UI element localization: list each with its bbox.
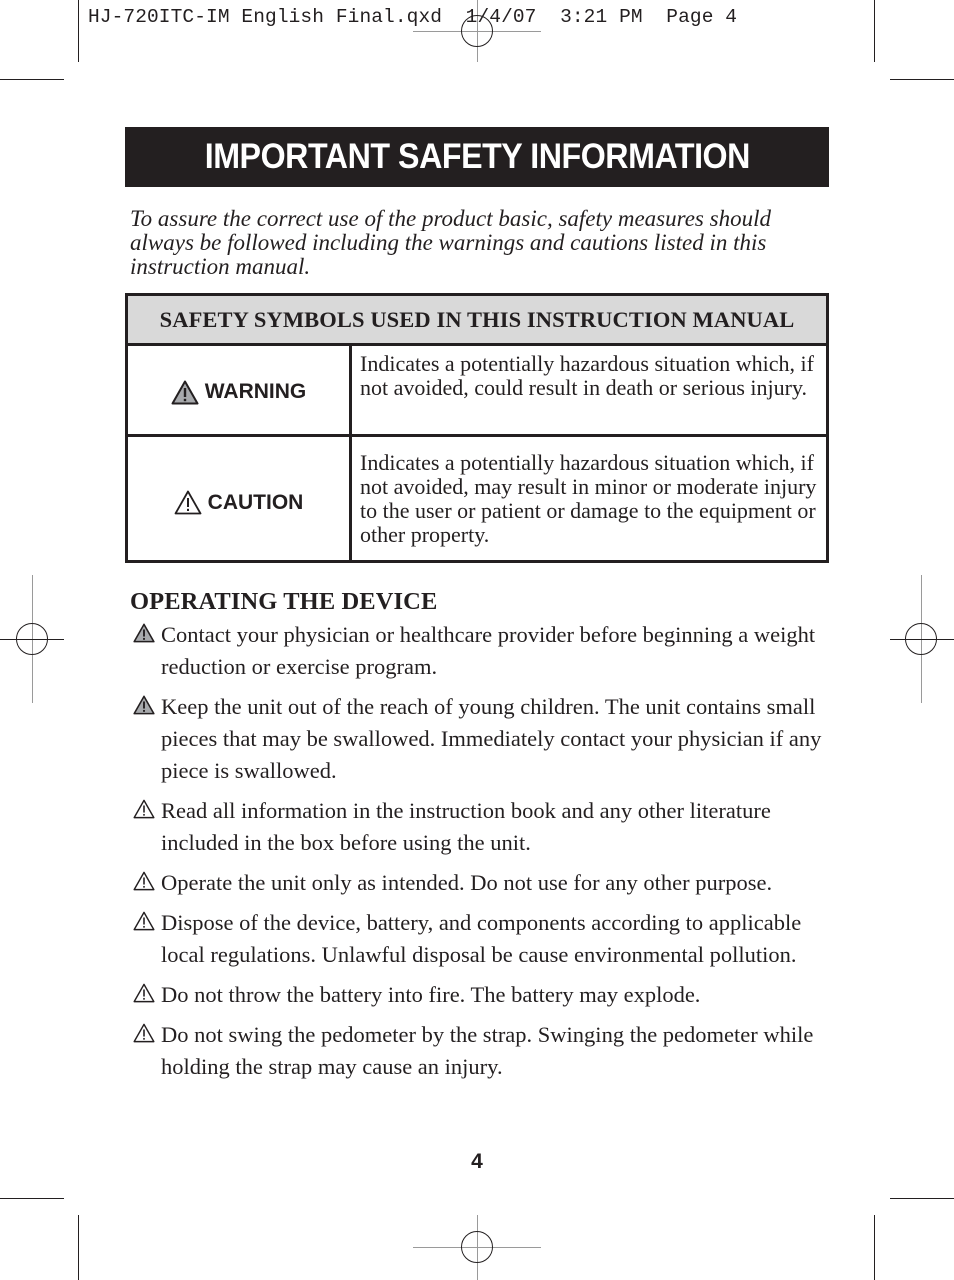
- crop-mark: [890, 1198, 954, 1199]
- intro-text: To assure the correct use of the product…: [130, 206, 771, 279]
- caution-triangle-outline-icon: [133, 911, 155, 931]
- page-title-bar: IMPORTANT SAFETY INFORMATION: [125, 127, 829, 187]
- table-row-caution: CAUTION Indicates a potentially hazardou…: [128, 434, 826, 560]
- caution-triangle-outline-icon: [133, 799, 155, 819]
- symbol-label: CAUTION: [207, 490, 304, 514]
- list-item-text: Keep the unit out of the reach of young …: [161, 694, 822, 783]
- page-title: IMPORTANT SAFETY INFORMATION: [204, 137, 750, 176]
- caution-triangle-outline-icon: [133, 871, 155, 891]
- list-item: Do not swing the pedometer by the strap.…: [130, 1019, 830, 1083]
- list-item: Read all information in the instruction …: [130, 795, 830, 859]
- symbol-cell: CAUTION: [128, 437, 352, 560]
- list-item-text: Contact your physician or healthcare pro…: [161, 622, 816, 679]
- crop-mark: [78, 0, 79, 62]
- list-item: Contact your physician or healthcare pro…: [130, 619, 830, 683]
- symbol-cell: WARNING: [128, 346, 352, 434]
- symbol-description: Indicates a potentially hazardous situat…: [360, 351, 814, 400]
- warning-triangle-filled-icon: [171, 380, 199, 404]
- warning-triangle-filled-icon: [133, 623, 155, 643]
- caution-triangle-outline-icon: [133, 983, 155, 1003]
- crop-mark: [890, 79, 954, 80]
- crop-mark: [874, 0, 875, 62]
- caution-triangle-outline-icon: [133, 1023, 155, 1043]
- list-item-text: Read all information in the instruction …: [161, 798, 771, 855]
- crop-mark: [78, 1215, 79, 1280]
- list-item: Operate the unit only as intended. Do no…: [130, 867, 830, 899]
- symbol-description: Indicates a potentially hazardous situat…: [360, 450, 817, 547]
- list-item: Dispose of the device, battery, and comp…: [130, 907, 830, 971]
- list-item-text: Do not throw the battery into fire. The …: [161, 982, 701, 1007]
- page-number: 4: [471, 1150, 483, 1173]
- list-item: Keep the unit out of the reach of young …: [130, 691, 830, 787]
- print-slug: HJ-720ITC-IM English Final.qxd 1/4/07 3:…: [88, 6, 738, 28]
- table-row-warning: WARNING Indicates a potentially hazardou…: [128, 346, 826, 434]
- list-item: Do not throw the battery into fire. The …: [130, 979, 830, 1011]
- safety-symbols-table: SAFETY SYMBOLS USED IN THIS INSTRUCTION …: [125, 293, 829, 563]
- caution-triangle-outline-icon: [174, 490, 202, 515]
- crop-mark: [0, 1198, 64, 1199]
- table-header: SAFETY SYMBOLS USED IN THIS INSTRUCTION …: [128, 296, 826, 346]
- warning-triangle-filled-icon: [133, 695, 155, 715]
- list-item-text: Dispose of the device, battery, and comp…: [161, 910, 802, 967]
- list-item-text: Do not swing the pedometer by the strap.…: [161, 1022, 814, 1079]
- section-title: OPERATING THE DEVICE: [130, 588, 438, 615]
- list-item-text: Operate the unit only as intended. Do no…: [161, 870, 773, 895]
- crop-mark: [0, 79, 64, 80]
- symbol-label: WARNING: [204, 380, 307, 403]
- operating-list: Contact your physician or healthcare pro…: [130, 619, 830, 1091]
- crop-mark: [874, 1215, 875, 1280]
